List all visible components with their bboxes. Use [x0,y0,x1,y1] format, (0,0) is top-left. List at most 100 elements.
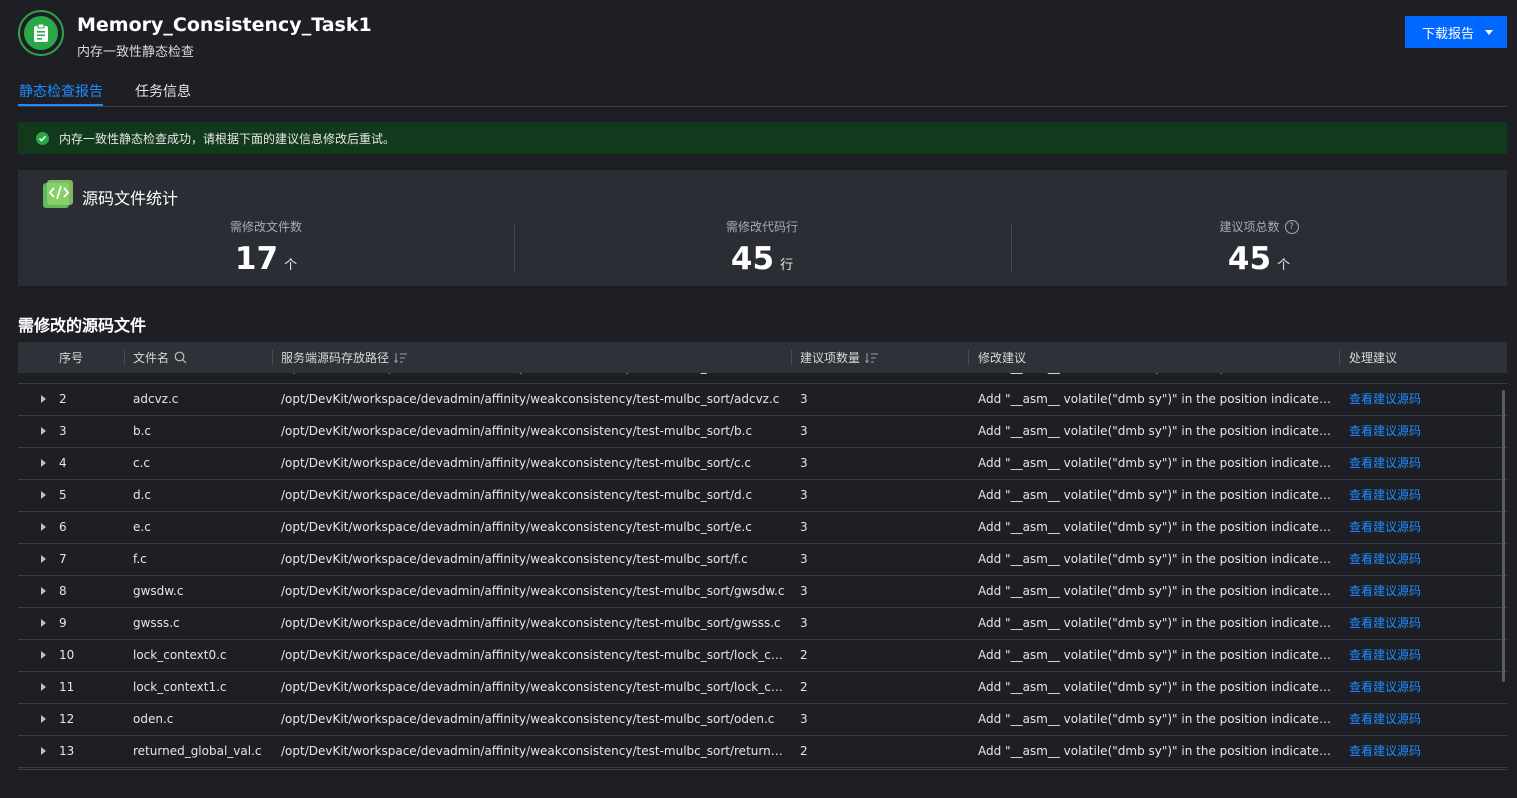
expand-row-icon[interactable] [41,459,46,467]
expand-row-icon[interactable] [41,555,46,563]
view-suggested-source-link[interactable]: 查看建议源码 [1349,448,1489,479]
view-suggested-source-link[interactable]: 查看建议源码 [1349,736,1489,767]
row-filename: c.c [133,456,151,470]
stat-value: 45 [730,241,775,277]
expand-row-icon[interactable] [41,427,46,435]
view-suggested-source-link[interactable]: 查看建议源码 [1349,640,1489,671]
row-index: 12 [59,712,75,726]
table-scrollbar[interactable] [1502,390,1505,682]
row-index: 13 [59,744,75,758]
row-path: /opt/DevKit/workspace/devadmin/affinity/… [281,392,780,406]
tab-task-info[interactable]: 任务信息 [135,81,191,101]
sort-icon[interactable] [865,352,879,364]
row-suggestion-count: 3 [800,520,808,534]
row-path: /opt/DevKit/workspace/devadmin/affinity/… [281,520,752,534]
table-header: 序号 文件名 服务端源码存放路径 建议项数量 修改建议 处理建议 [18,342,1507,373]
view-suggested-source-link[interactable]: 查看建议源码 [1349,704,1489,735]
row-path: /opt/DevKit/workspace/devadmin/affinity/… [281,648,786,662]
row-filename: b.c [133,424,152,438]
row-advice: Add "__asm__ volatile("dmb sy")" in the … [978,456,1334,470]
stat-files-to-modify: 需修改文件数 17 个 [18,218,514,277]
source-file-stats-panel: 源码文件统计 需修改文件数 17 个 需修改代码行 45 行 建议项总数? 45 个 [18,170,1507,286]
row-path: /opt/DevKit/workspace/devadmin/affinity/… [281,680,786,694]
table-row: 10 lock_context0.c/opt/DevKit/workspace/d… [18,640,1507,672]
view-suggested-source-link[interactable]: 查看建议源码 [1349,672,1489,703]
tab-bar: 静态检查报告 任务信息 [18,78,1507,107]
view-suggested-source-link[interactable]: 查看建议源码 [1349,416,1489,447]
chevron-down-icon [1485,29,1493,35]
expand-row-icon[interactable] [41,491,46,499]
row-advice: Add "__asm__ volatile("dmb sy")" in the … [978,488,1334,502]
row-suggestion-count: 3 [800,424,808,438]
expand-row-icon[interactable] [41,619,46,627]
expand-row-icon[interactable] [41,747,46,755]
expand-row-icon[interactable] [41,395,46,403]
expand-row-icon[interactable] [41,587,46,595]
table-row: 13 returned_global_val.c/opt/DevKit/works… [18,736,1507,768]
table-row: 9 gwsss.c/opt/DevKit/workspace/devadmin/a… [18,608,1507,640]
expand-row-icon[interactable] [41,523,46,531]
search-icon[interactable] [174,351,187,364]
row-advice: Add "__asm__ volatile("dmb sy")" in the … [978,552,1334,566]
success-banner: 内存一致性静态检查成功，请根据下面的建议信息修改后重试。 [18,122,1507,154]
view-suggested-source-link[interactable]: 查看建议源码 [1349,576,1489,607]
row-advice: Add "__asm__ volatile("dmb sy")" in the … [978,680,1334,694]
stat-label: 建议项总数 [1219,220,1280,234]
row-advice: Add "__asm__ volatile("dmb sy")" in the … [978,712,1334,726]
table-row: 5 d.c/opt/DevKit/workspace/devadmin/affin… [18,480,1507,512]
row-filename: gwsss.c [133,616,180,630]
download-report-button[interactable]: 下载报告 [1405,16,1507,48]
row-index: 5 [59,488,67,502]
column-header-path: 服务端源码存放路径 [281,342,408,373]
page-title: Memory_Consistency_Task1 [77,14,372,36]
view-suggested-source-link[interactable]: 查看建议源码 [1349,544,1489,575]
tab-static-check-report[interactable]: 静态检查报告 [19,81,103,101]
table-row: 3 b.c/opt/DevKit/workspace/devadmin/affin… [18,416,1507,448]
row-suggestion-count: 3 [800,456,808,470]
view-suggested-source-link[interactable]: 查看建议源码 [1349,384,1489,415]
clipboard-icon [18,10,64,56]
stat-total-suggestions: 建议项总数? 45 个 [1011,218,1507,277]
stats-title: 源码文件统计 [82,189,179,208]
row-filename: oden.c [133,712,174,726]
page-subtitle: 内存一致性静态检查 [77,45,195,60]
row-filename: lock_context1.c [133,680,227,694]
source-files-table: 序号 文件名 服务端源码存放路径 建议项数量 修改建议 处理建议 1/opt/D… [18,342,1507,770]
sort-icon[interactable] [394,352,408,364]
row-index: 2 [59,392,67,406]
row-index: 7 [59,552,67,566]
view-suggested-source-link[interactable]: 查看建议源码 [1349,608,1489,639]
expand-row-icon[interactable] [41,651,46,659]
row-index: 11 [59,680,75,694]
row-suggestion-count: 3 [800,584,808,598]
row-index: 6 [59,520,67,534]
section-title: 需修改的源码文件 [18,316,147,335]
row-suggestion-count: 2 [800,648,808,662]
row-advice: Add "__asm__ volatile("dmb sy")" in the … [978,584,1334,598]
page-header: Memory_Consistency_Task1 内存一致性静态检查 下载报告 [18,10,1507,60]
row-advice: Add "__asm__ volatile("dmb sy")" in the … [978,424,1334,438]
row-advice: Add "__asm__ volatile("dmb sy")" in the … [978,744,1334,758]
expand-row-icon[interactable] [41,715,46,723]
row-path: /opt/DevKit/workspace/devadmin/affinity/… [281,456,752,470]
column-header-index: 序号 [59,351,84,365]
table-row: 12 oden.c/opt/DevKit/workspace/devadmin/a… [18,704,1507,736]
view-suggested-source-link[interactable]: 查看建议源码 [1349,512,1489,543]
row-advice: Add "__asm__ volatile("dmb sy")" in the … [978,616,1334,630]
row-path: /opt/DevKit/workspace/devadmin/affinity/… [281,712,775,726]
row-suggestion-count: 3 [800,392,808,406]
row-suggestion-count: 3 [800,616,808,630]
help-icon[interactable]: ? [1284,219,1299,234]
stat-value: 45 [1227,241,1272,277]
column-header-advice: 修改建议 [978,351,1027,365]
row-path: /opt/DevKit/workspace/devadmin/affinity/… [281,744,786,758]
table-row: 4 c.c/opt/DevKit/workspace/devadmin/affin… [18,448,1507,480]
expand-row-icon[interactable] [41,683,46,691]
row-advice: Add "__asm__ volatile("dmb sy")" in the … [978,648,1334,662]
row-filename: adcvz.c [133,392,179,406]
view-suggested-source-link[interactable]: 查看建议源码 [1349,480,1489,511]
row-filename: d.c [133,488,152,502]
success-banner-text: 内存一致性静态检查成功，请根据下面的建议信息修改后重试。 [59,131,396,146]
active-tab-indicator [18,104,103,106]
row-filename: lock_context0.c [133,648,227,662]
